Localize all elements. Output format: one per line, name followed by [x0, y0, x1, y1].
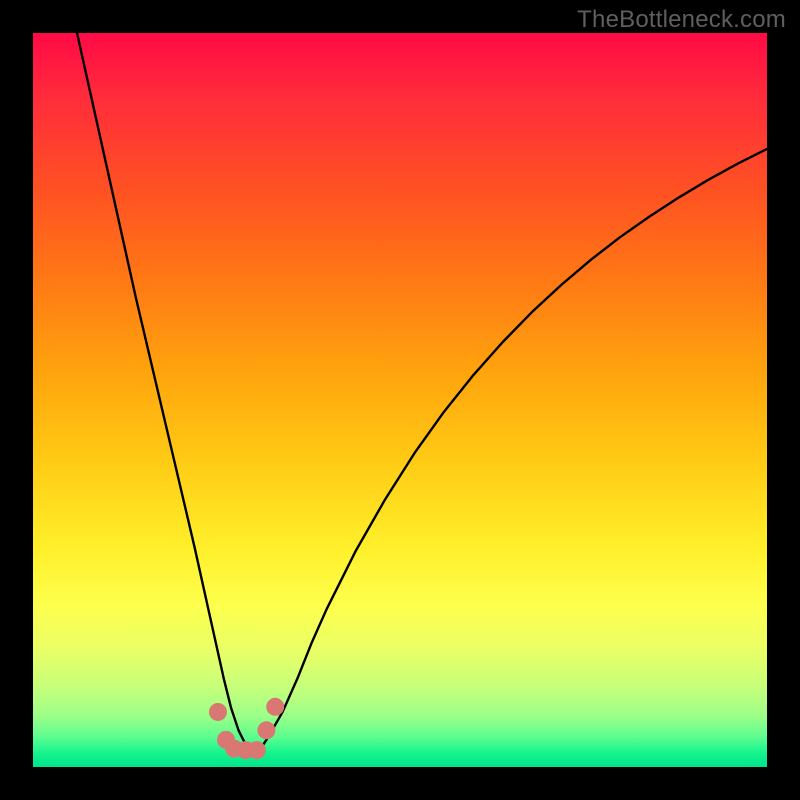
plot-area — [33, 33, 767, 767]
chart-frame: TheBottleneck.com — [0, 0, 800, 800]
bottleneck-curve — [77, 33, 767, 752]
optimum-marker — [257, 721, 275, 739]
curve-layer — [33, 33, 767, 767]
optimum-marker — [248, 741, 266, 759]
optimum-marker — [209, 703, 227, 721]
optimum-marker — [266, 698, 284, 716]
optimum-markers — [209, 698, 284, 759]
watermark-text: TheBottleneck.com — [577, 6, 786, 34]
